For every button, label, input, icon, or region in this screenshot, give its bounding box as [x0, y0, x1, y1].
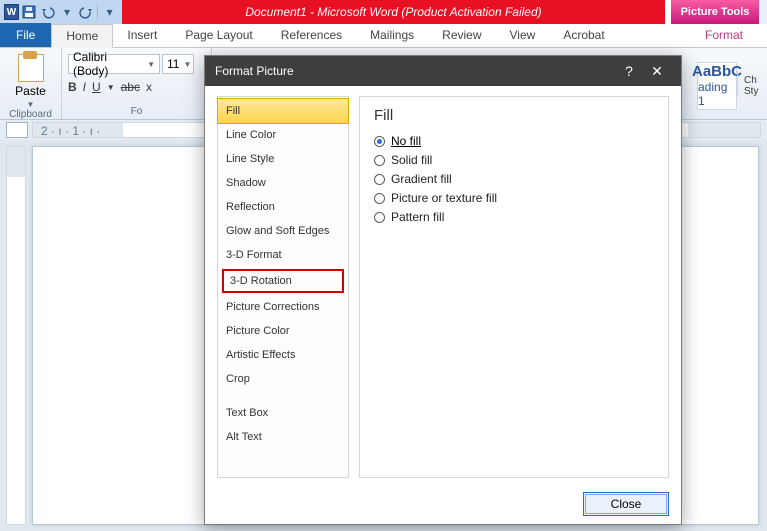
ribbon-right-fragment: AaBbC ading 1 Ch Sty — [697, 48, 767, 119]
radio-label: Gradient fill — [391, 172, 452, 186]
editing-group-fragment: Ch Sty — [737, 71, 767, 97]
category-picture-corrections[interactable]: Picture Corrections — [218, 295, 348, 319]
tab-mailings[interactable]: Mailings — [356, 23, 428, 47]
window-title: Document1 - Microsoft Word (Product Acti… — [122, 0, 665, 24]
strike-button[interactable]: abc — [121, 80, 140, 94]
dialog-footer: Close — [205, 484, 681, 524]
radio-icon — [374, 136, 385, 147]
category-3d-rotation[interactable]: 3-D Rotation — [222, 269, 344, 293]
tab-review[interactable]: Review — [428, 23, 495, 47]
format-picture-dialog: Format Picture ? ✕ Fill Line Color Line … — [204, 55, 682, 525]
tab-insert[interactable]: Insert — [113, 23, 171, 47]
category-reflection[interactable]: Reflection — [218, 195, 348, 219]
font-row1: Calibri (Body)▼ 11 ▼ — [68, 54, 205, 74]
group-font: Calibri (Body)▼ 11▼ B I U ▼ abc x Fo — [62, 48, 212, 119]
dialog-title-text: Format Picture — [215, 64, 294, 78]
category-fill[interactable]: Fill — [217, 98, 349, 124]
pane-heading: Fill — [374, 107, 654, 124]
radio-icon — [374, 174, 385, 185]
undo-dropdown-icon[interactable]: ▾ — [59, 3, 76, 21]
radio-icon — [374, 193, 385, 204]
vruler-margin — [7, 147, 25, 177]
quick-access-toolbar: W ▾ ▾ — [0, 0, 122, 24]
paste-button[interactable]: Paste ▼ — [6, 50, 55, 109]
radio-icon — [374, 155, 385, 166]
radio-pattern-fill[interactable]: Pattern fill — [374, 210, 654, 224]
underline-dropdown-icon[interactable]: ▼ — [107, 83, 115, 92]
category-list: Fill Line Color Line Style Shadow Reflec… — [217, 96, 349, 478]
font-size-combo[interactable]: 11 ▼ — [162, 54, 194, 74]
qat-separator — [97, 5, 98, 19]
tab-format[interactable]: Format — [691, 23, 757, 47]
tab-references[interactable]: References — [267, 23, 356, 47]
category-artistic-effects[interactable]: Artistic Effects — [218, 343, 348, 367]
category-shadow[interactable]: Shadow — [218, 171, 348, 195]
font-group-label: Fo — [68, 106, 205, 119]
group-clipboard: Paste ▼ Clipboard — [0, 48, 62, 119]
chevron-down-icon: ▼ — [147, 60, 155, 69]
tab-view[interactable]: View — [496, 23, 550, 47]
paste-label: Paste — [15, 84, 46, 98]
close-button[interactable]: Close — [583, 492, 669, 516]
dialog-help-button[interactable]: ? — [615, 63, 643, 79]
category-text-box[interactable]: Text Box — [218, 401, 348, 425]
ruler-right-margin — [688, 123, 760, 137]
view-selector-icon[interactable] — [6, 122, 28, 138]
style-name: ading 1 — [698, 80, 736, 108]
font-name-value: Calibri (Body) — [73, 50, 143, 78]
style-tile-heading1[interactable]: AaBbC ading 1 — [697, 62, 737, 110]
underline-button[interactable]: U — [92, 80, 101, 94]
change-styles-fragment[interactable]: Ch — [744, 75, 757, 86]
chevron-down-icon: ▼ — [183, 60, 191, 69]
save-icon[interactable] — [21, 3, 38, 21]
tab-acrobat[interactable]: Acrobat — [549, 23, 618, 47]
radio-solid-fill[interactable]: Solid fill — [374, 153, 654, 167]
font-name-combo[interactable]: Calibri (Body)▼ — [68, 54, 160, 74]
subscript-button[interactable]: x — [146, 80, 152, 94]
title-bar: W ▾ ▾ Document1 - Microsoft Word (Produc… — [0, 0, 767, 24]
dialog-titlebar[interactable]: Format Picture ? ✕ — [205, 56, 681, 86]
radio-label: No fill — [391, 134, 421, 148]
radio-icon — [374, 212, 385, 223]
category-crop[interactable]: Crop — [218, 367, 348, 391]
category-alt-text[interactable]: Alt Text — [218, 425, 348, 449]
radio-label: Solid fill — [391, 153, 432, 167]
tab-file[interactable]: File — [0, 23, 51, 47]
category-line-color[interactable]: Line Color — [218, 123, 348, 147]
italic-button[interactable]: I — [83, 80, 86, 94]
clipboard-icon — [18, 54, 44, 82]
picture-tools-context-title: Picture Tools — [671, 0, 759, 24]
dialog-body: Fill Line Color Line Style Shadow Reflec… — [205, 86, 681, 484]
vertical-ruler[interactable] — [6, 146, 26, 525]
radio-label: Picture or texture fill — [391, 191, 497, 205]
category-pane: Fill No fill Solid fill Gradient fill Pi… — [359, 96, 669, 478]
category-3d-format[interactable]: 3-D Format — [218, 243, 348, 267]
redo-icon[interactable] — [77, 3, 94, 21]
font-size-value: 11 — [167, 57, 179, 71]
word-app-icon[interactable]: W — [4, 4, 19, 20]
qat-customize-icon[interactable]: ▾ — [101, 3, 118, 21]
ribbon-tabs: File Home Insert Page Layout References … — [0, 24, 767, 48]
bold-button[interactable]: B — [68, 80, 77, 94]
title-tail — [759, 0, 767, 24]
clipboard-group-label: Clipboard — [6, 109, 55, 122]
radio-no-fill[interactable]: No fill — [374, 134, 654, 148]
radio-gradient-fill[interactable]: Gradient fill — [374, 172, 654, 186]
radio-label: Pattern fill — [391, 210, 444, 224]
style-preview-text: AaBbC — [692, 63, 742, 80]
paste-dropdown-icon[interactable]: ▼ — [27, 100, 35, 109]
styles-fragment[interactable]: Sty — [744, 86, 758, 97]
radio-picture-texture-fill[interactable]: Picture or texture fill — [374, 191, 654, 205]
undo-icon[interactable] — [40, 3, 57, 21]
category-line-style[interactable]: Line Style — [218, 147, 348, 171]
tab-home[interactable]: Home — [51, 24, 113, 48]
ruler-ticks-left: 2 · ı · 1 · ı · — [41, 124, 100, 138]
font-row2: B I U ▼ abc x — [68, 80, 205, 94]
tab-page-layout[interactable]: Page Layout — [171, 23, 266, 47]
dialog-close-button[interactable]: ✕ — [643, 63, 671, 80]
category-picture-color[interactable]: Picture Color — [218, 319, 348, 343]
category-glow-soft-edges[interactable]: Glow and Soft Edges — [218, 219, 348, 243]
